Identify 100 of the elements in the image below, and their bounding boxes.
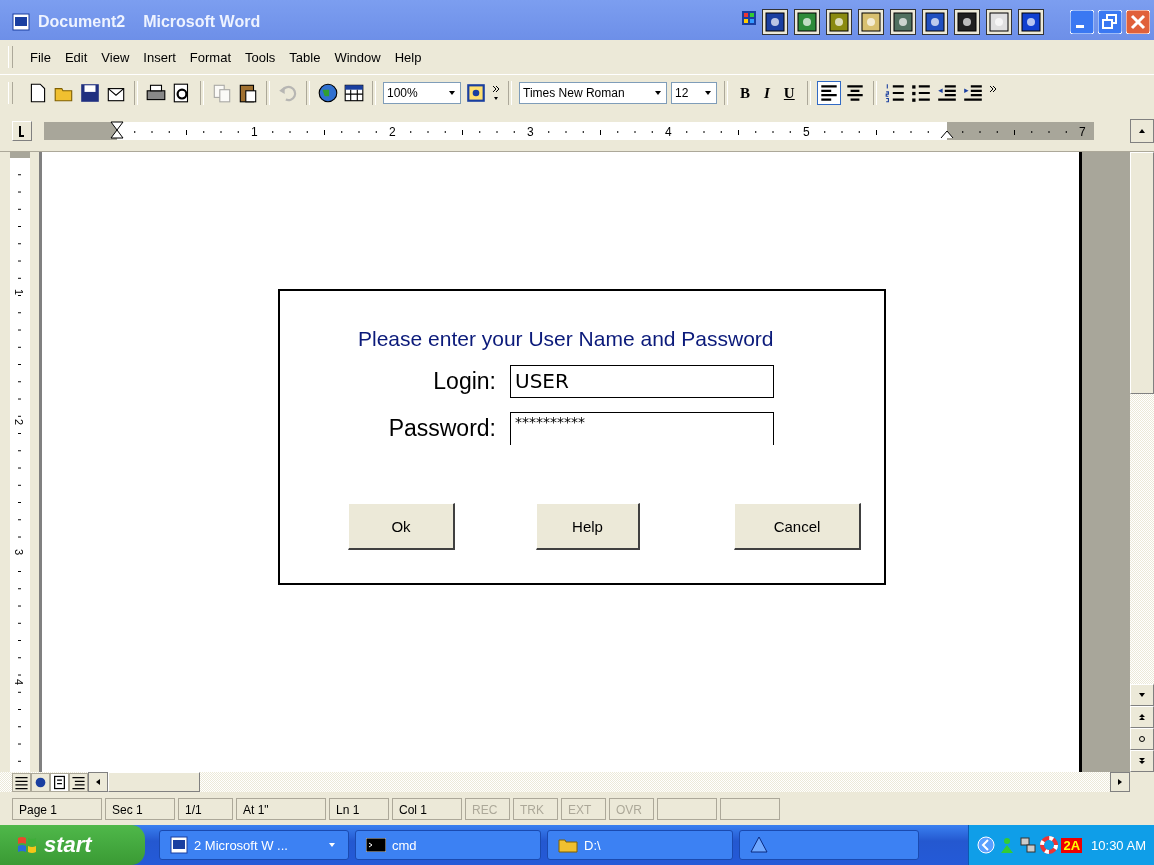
previous-page-button[interactable]	[1130, 706, 1154, 728]
status-field: EXT	[561, 797, 606, 820]
status-field: At 1"	[236, 797, 326, 820]
network-icon[interactable]	[1019, 836, 1038, 854]
next-page-button[interactable]	[1130, 750, 1154, 772]
ruler-number: 4	[13, 678, 26, 686]
status-field: 1/1	[178, 797, 233, 820]
menu-item[interactable]: Help	[387, 49, 429, 65]
ruler-number: 2	[13, 418, 26, 426]
browse-object-button[interactable]	[1130, 728, 1154, 750]
close-button[interactable]	[1126, 10, 1150, 34]
dialog-button[interactable]: Cancel	[734, 503, 861, 550]
scroll-thumb[interactable]	[1130, 152, 1154, 394]
ruler-number: 3	[13, 548, 26, 556]
scroll-right-button[interactable]	[1110, 772, 1130, 792]
menu-item[interactable]: Edit	[57, 49, 95, 65]
ruler-number: 1	[13, 288, 26, 296]
format-button[interactable]: I	[759, 84, 775, 102]
menu-item[interactable]: Format	[182, 49, 238, 65]
bullet-list-icon[interactable]	[909, 82, 932, 104]
double-up-arrow-icon	[1138, 713, 1146, 721]
menu-item[interactable]: Tools	[238, 49, 283, 65]
left-arrow-icon	[94, 778, 102, 786]
input-field[interactable]: USER	[510, 365, 774, 398]
menu-item[interactable]: Window	[327, 49, 388, 65]
input-field[interactable]: **********	[510, 412, 774, 445]
document-icon	[170, 836, 188, 854]
dialog-heading: Please enter your User Name and Password	[358, 327, 775, 351]
scroll-up-button[interactable]	[1130, 119, 1154, 143]
status-field: Col 1	[392, 797, 462, 820]
launcher-icon[interactable]	[858, 9, 884, 35]
globe-icon[interactable]	[317, 82, 339, 104]
scroll-left-button[interactable]	[88, 772, 108, 792]
status-field: REC	[465, 797, 510, 820]
launcher-icon[interactable]	[954, 9, 980, 35]
app-name: Microsoft Word	[143, 13, 261, 31]
launcher-icon[interactable]	[986, 9, 1012, 35]
caret-icon	[704, 89, 712, 97]
status-field: Sec 1	[105, 797, 175, 820]
caret-icon	[328, 841, 336, 849]
align-left-icon[interactable]	[817, 82, 840, 104]
clock: 10:30 AM	[1091, 837, 1146, 853]
launcher-icon[interactable]	[826, 9, 852, 35]
caret-icon	[654, 89, 662, 97]
menu-item[interactable]: Table	[282, 49, 328, 65]
folder-icon	[558, 837, 578, 853]
help-icon[interactable]	[465, 82, 487, 104]
launcher-icon[interactable]	[890, 9, 916, 35]
tray-badge[interactable]: 2A	[1061, 837, 1083, 853]
taskbar-button[interactable]: 2 Microsoft W ...	[159, 830, 349, 860]
document-icon	[12, 13, 30, 31]
dialog-button[interactable]: Help	[536, 503, 640, 550]
menu-item[interactable]: Insert	[136, 49, 183, 65]
status-field: OVR	[609, 797, 654, 820]
launcher-icon[interactable]	[794, 9, 820, 35]
console-icon	[366, 838, 386, 852]
clipboard-icon[interactable]	[237, 82, 259, 104]
taskbar-button[interactable]: cmd	[355, 830, 541, 860]
restore-button[interactable]	[1098, 10, 1122, 34]
circle-icon	[1138, 735, 1146, 743]
decrease-indent-icon[interactable]	[935, 82, 958, 104]
status-field: Ln 1	[329, 797, 389, 820]
status-field	[720, 797, 780, 820]
numbered-list-icon[interactable]	[883, 82, 906, 104]
status-field: TRK	[513, 797, 558, 820]
table-icon[interactable]	[343, 82, 365, 104]
windows-flag-icon	[16, 835, 38, 855]
normal-view-icon[interactable]	[12, 772, 31, 792]
status-field	[657, 797, 717, 820]
launcher-icon[interactable]	[1018, 9, 1044, 35]
launcher-icon[interactable]	[922, 9, 948, 35]
web-view-icon[interactable]	[31, 772, 50, 792]
menu-item[interactable]: File	[23, 49, 58, 65]
font-dropdown[interactable]: Times New Roman	[519, 82, 667, 104]
caret-icon	[448, 89, 456, 97]
increase-indent-icon[interactable]	[961, 82, 984, 104]
format-button[interactable]: B	[735, 84, 755, 102]
lifebuoy-icon[interactable]	[1040, 836, 1059, 854]
outline-view-icon[interactable]	[69, 772, 88, 792]
taskbar-button[interactable]: D:\	[547, 830, 733, 860]
vertical-scrollbar[interactable]	[1130, 152, 1154, 772]
scroll-thumb[interactable]	[108, 772, 200, 792]
zoom-dropdown[interactable]: 100%	[383, 82, 461, 104]
down-arrow-icon	[1138, 691, 1146, 699]
format-button[interactable]: U	[778, 84, 800, 102]
up-arrow-icon	[1138, 127, 1146, 135]
launcher-icon[interactable]	[742, 11, 756, 25]
field-label: Password:	[387, 414, 497, 443]
scroll-down-button[interactable]	[1130, 684, 1154, 706]
right-arrow-icon	[1116, 778, 1124, 786]
font-size-dropdown[interactable]: 12	[671, 82, 717, 104]
launcher-icon[interactable]	[762, 9, 788, 35]
menu-item[interactable]: View	[94, 49, 137, 65]
dialog-button[interactable]: Ok	[348, 503, 455, 550]
triangle-icon	[750, 836, 768, 854]
print-layout-icon[interactable]	[50, 772, 69, 792]
minimize-button[interactable]	[1070, 10, 1094, 34]
field-label: Login:	[432, 367, 497, 396]
horizontal-ruler: 1 2 3 4 5 7	[44, 120, 1094, 142]
tab-selector[interactable]	[12, 121, 32, 141]
